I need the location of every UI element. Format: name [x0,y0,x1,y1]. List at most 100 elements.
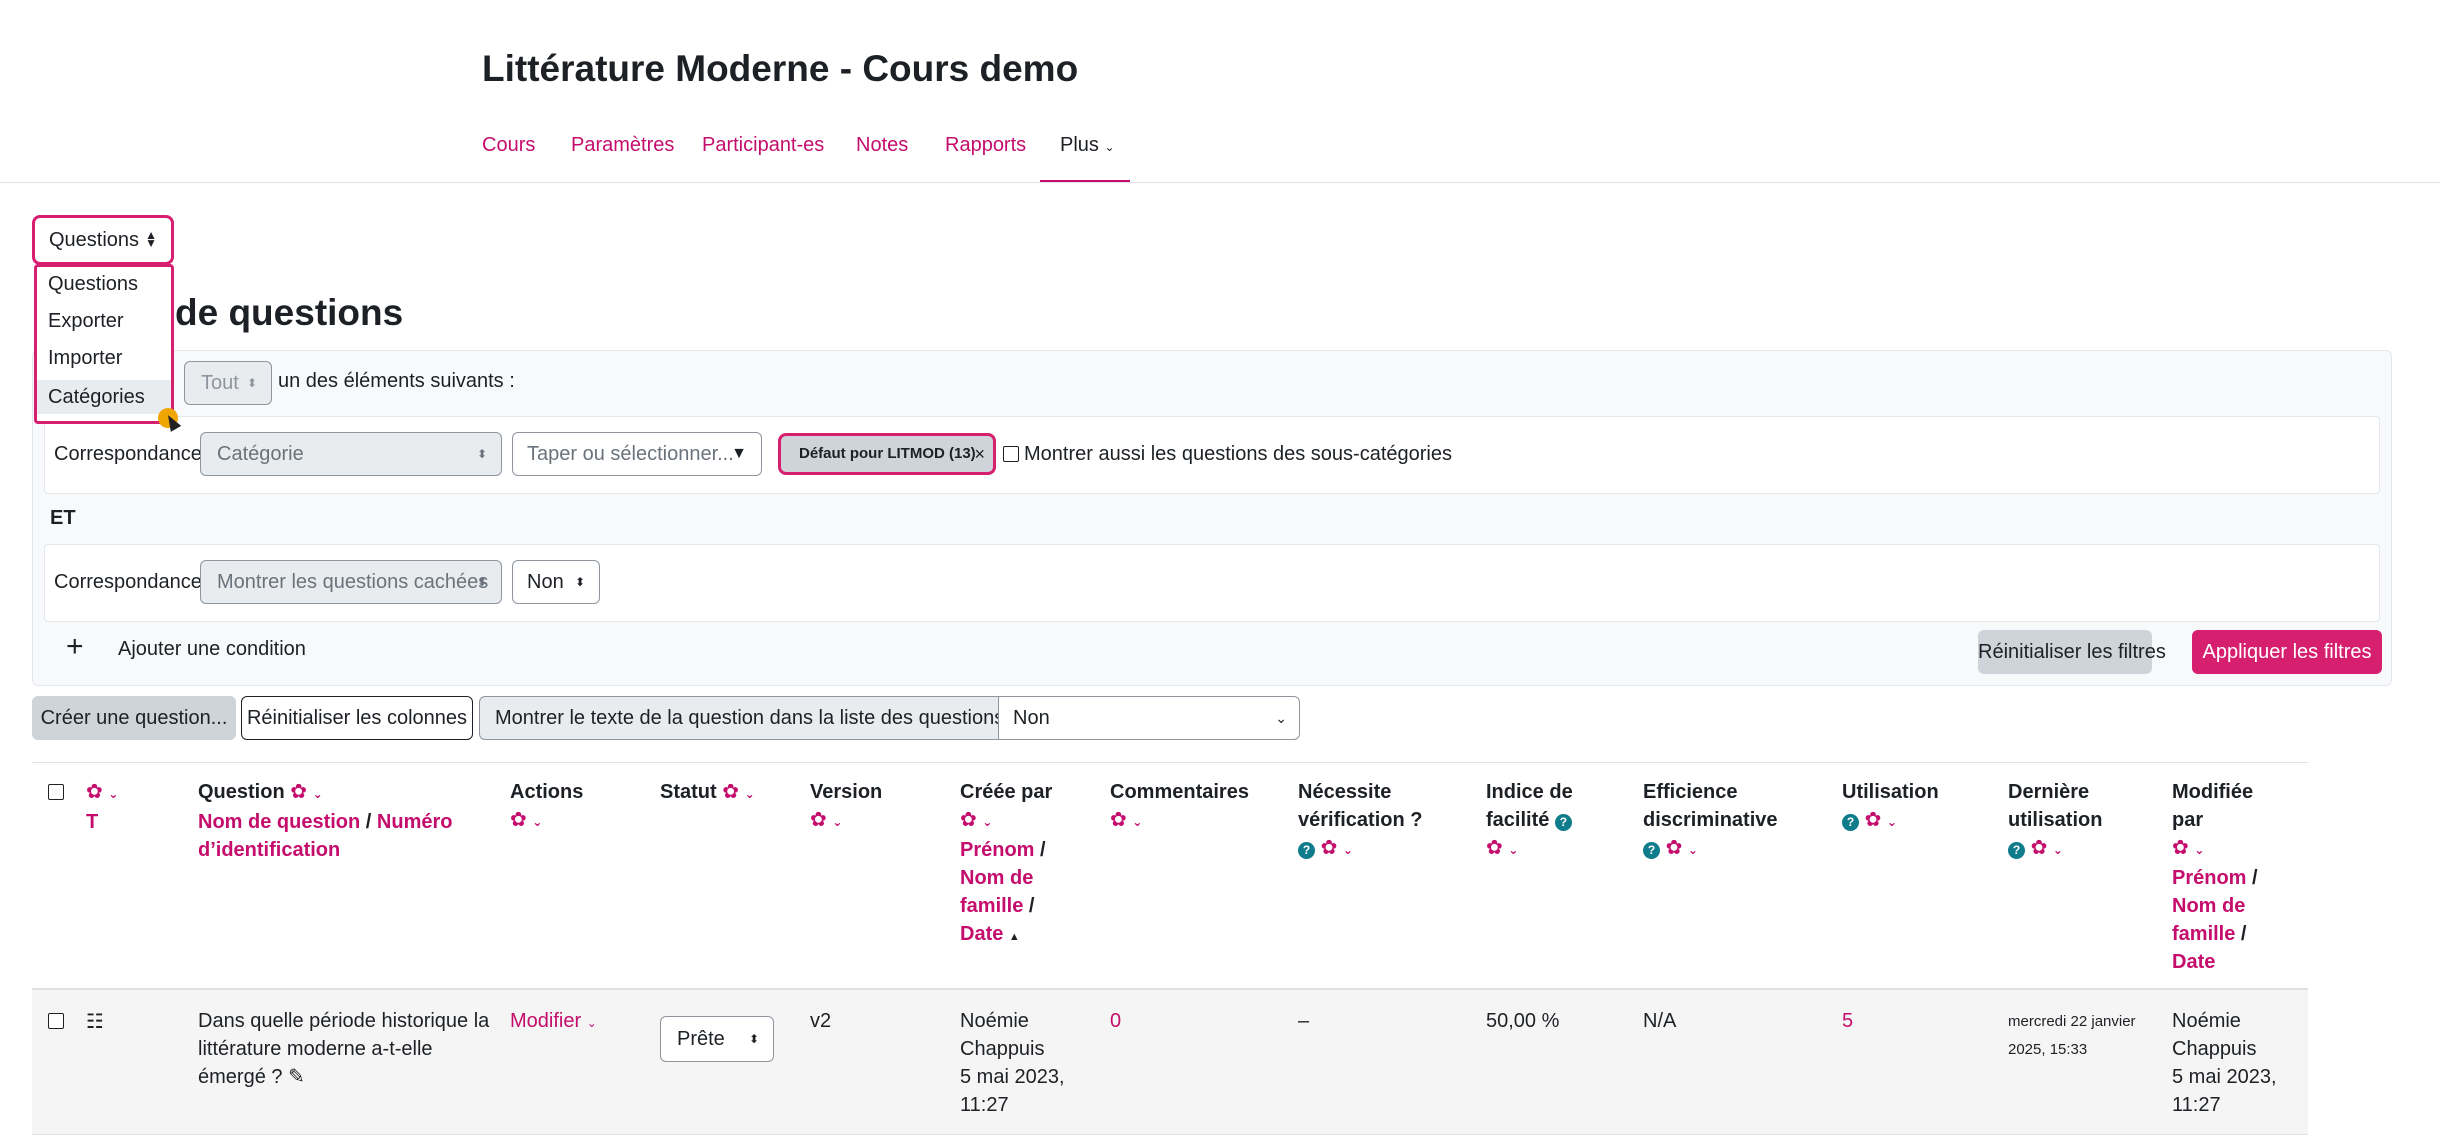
sort-arrows-icon: ⬍ [476,447,487,461]
gear-icon[interactable]: ✿ [1486,837,1503,859]
match-type-select[interactable]: Tout ⬍ [184,361,272,405]
category-search-input[interactable]: Taper ou sélectionner... ▼ [512,432,762,476]
created-by-header-label: Créée par [960,781,1053,803]
sort-date-link[interactable]: Date [2172,951,2215,973]
sort-date-link[interactable]: Date [960,923,1003,945]
help-icon[interactable]: ? [1554,814,1572,831]
select-all-checkbox[interactable] [48,784,64,800]
close-icon[interactable]: × [974,436,985,472]
last-used-column-header: Dernière utilisation ? ✿ ⌄ [2008,778,2102,864]
question-bank-nav-value: Questions [49,228,140,251]
question-column-header: Question ✿ ⌄ Nom de question / Numéro d’… [198,778,453,864]
add-condition-button[interactable]: Ajouter une condition [118,638,306,661]
chevron-down-icon[interactable]: ⌄ [2194,843,2204,857]
gear-icon[interactable]: ✿ [1666,837,1683,859]
nav-tab-rapports[interactable]: Rapports [945,134,1026,157]
chevron-down-icon[interactable]: ⌄ [1688,843,1698,857]
sort-firstname-link[interactable]: Prénom [2172,867,2246,889]
question-bank-nav-select[interactable]: Questions ▲ ▼ [32,215,174,265]
modified-date-2: 11:27 [2172,1094,2221,1116]
sort-lastname-link[interactable]: Nom de [2172,895,2245,917]
help-icon[interactable]: ? [1298,842,1315,859]
sort-id-number-link[interactable]: Numéro [377,811,453,833]
question-bank-nav-menu: Questions Exporter Importer Catégories [34,264,174,424]
gear-icon[interactable]: ✿ [1865,809,1882,831]
comments-count-link[interactable]: 0 [1110,1007,1121,1035]
nav-tab-participants[interactable]: Participant-es [702,134,824,157]
gear-icon[interactable]: ✿ [86,781,103,803]
gear-icon[interactable]: ✿ [1321,837,1338,859]
help-icon[interactable]: ? [1842,814,1859,831]
chevron-down-icon[interactable]: ⌄ [108,787,118,801]
nav-tab-more[interactable]: Plus ⌄ [1060,134,1115,157]
discrimination-value: N/A [1643,1010,1677,1032]
apply-filters-button[interactable]: Appliquer les filtres [2192,630,2382,674]
chevron-down-icon[interactable]: ⌄ [832,815,842,829]
sort-arrows-icon: ⬍ [574,575,585,589]
gear-icon[interactable]: ✿ [810,809,827,831]
reset-filters-button[interactable]: Réinitialiser les filtres [1978,630,2166,674]
chevron-down-icon[interactable]: ⌄ [532,815,542,829]
modified-by-cell: Noémie Chappuis 5 mai 2023, 11:27 [2172,1007,2277,1119]
sort-arrows-icon: ⬍ [748,1032,759,1046]
nav-tab-cours[interactable]: Cours [482,134,535,157]
sort-id-number-link-2[interactable]: d’identification [198,839,340,861]
gear-icon[interactable]: ✿ [2031,837,2048,859]
chevron-down-icon[interactable]: ⌄ [982,815,992,829]
row-actions-menu[interactable]: Modifier ⌄ [510,1007,597,1037]
discrimination-header-label-2: discriminative [1643,809,1778,831]
chevron-down-icon[interactable]: ⌄ [1343,843,1353,857]
sort-arrows-icon: ▲ ▼ [145,228,157,250]
nav-tab-parametres[interactable]: Paramètres [571,134,674,157]
sort-question-name-link[interactable]: Nom de question [198,811,360,833]
chevron-down-icon[interactable]: ⌄ [2053,843,2063,857]
condition-type-select[interactable]: Catégorie ⬍ [200,432,502,476]
gear-icon[interactable]: ✿ [290,781,307,803]
subcategories-checkbox[interactable] [1003,446,1019,462]
sort-arrows-icon: ⬍ [246,376,257,390]
sort-lastname-link-2[interactable]: famille [960,895,1023,917]
sort-lastname-link[interactable]: Nom de [960,867,1033,889]
gear-icon[interactable]: ✿ [1110,809,1127,831]
sort-type-link[interactable]: T [86,811,98,833]
question-text-line-2: littérature moderne a-t-elle [198,1038,433,1060]
facility-header-label-1: Indice de [1486,781,1573,803]
category-tag-label: Défaut pour LITMOD (13) [799,445,976,462]
usage-count-link[interactable]: 5 [1842,1007,1853,1035]
category-tag[interactable]: Défaut pour LITMOD (13) × [778,433,996,475]
match-type-text: un des éléments suivants : [278,370,515,392]
row-select-checkbox[interactable] [48,1013,64,1029]
menu-item-exporter[interactable]: Exporter [37,304,171,338]
plus-icon[interactable]: + [66,632,84,662]
chevron-down-icon[interactable]: ⌄ [1887,815,1897,829]
modified-by-header-label-2: par [2172,809,2204,831]
create-question-button[interactable]: Créer une question... [32,696,236,740]
show-question-text-select[interactable]: Non ⌄ [998,696,1300,740]
condition-type-select[interactable]: Montrer les questions cachées ⬍ [200,560,502,604]
menu-item-questions[interactable]: Questions [37,267,171,301]
gear-icon[interactable]: ✿ [722,781,739,803]
pencil-icon[interactable]: ✎ [288,1066,305,1088]
help-icon[interactable]: ? [1643,842,1660,859]
gear-icon[interactable]: ✿ [960,809,977,831]
chevron-down-icon[interactable]: ⌄ [745,787,755,801]
chevron-down-icon[interactable]: ⌄ [1508,843,1518,857]
category-search-placeholder: Taper ou sélectionner... [527,443,734,465]
course-title: Littérature Moderne - Cours demo [482,48,1079,89]
help-icon[interactable]: ? [2008,842,2025,859]
status-select[interactable]: Prête ⬍ [660,1016,774,1062]
reset-columns-button[interactable]: Réinitialiser les colonnes [241,696,473,740]
menu-item-categories[interactable]: Catégories [37,380,171,414]
gear-icon[interactable]: ✿ [510,809,527,831]
nav-tab-notes[interactable]: Notes [856,134,908,157]
chevron-down-icon[interactable]: ⌄ [313,787,323,801]
sort-firstname-link[interactable]: Prénom [960,839,1034,861]
sort-asc-icon: ▲ [1008,931,1020,943]
created-by-name-2: Chappuis [960,1038,1045,1060]
sort-lastname-link-2[interactable]: famille [2172,923,2235,945]
hidden-questions-select[interactable]: Non ⬍ [512,560,600,604]
gear-icon[interactable]: ✿ [2172,837,2189,859]
menu-item-importer[interactable]: Importer [37,341,171,375]
chevron-down-icon[interactable]: ⌄ [1132,815,1142,829]
needs-checking-header-label-2: vérification ? [1298,809,1423,831]
